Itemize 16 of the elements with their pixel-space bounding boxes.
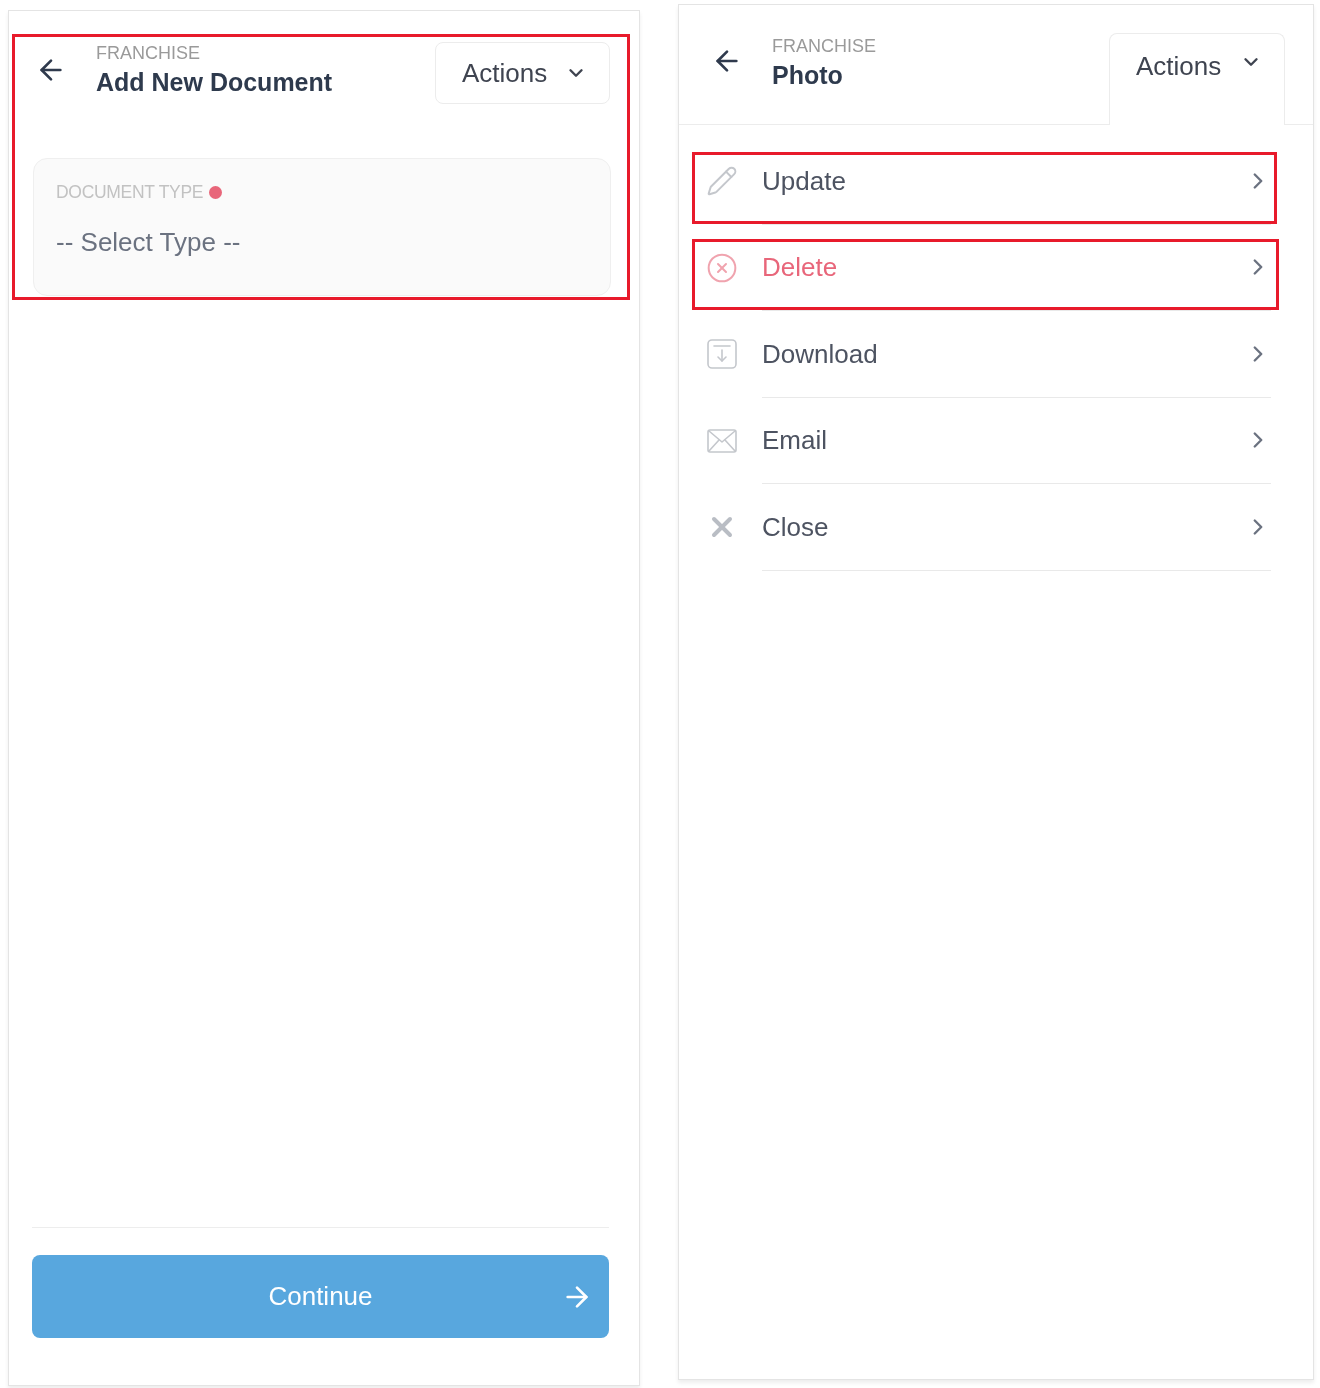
- select-placeholder: -- Select Type --: [56, 227, 242, 257]
- menu-item[interactable]: Update: [679, 138, 1313, 225]
- actions-button[interactable]: Actions: [1109, 33, 1285, 125]
- download-icon: [707, 339, 737, 370]
- menu-item[interactable]: Email: [679, 397, 1313, 484]
- page-title: Add New Document: [96, 67, 334, 98]
- pencil-icon: [706, 165, 738, 198]
- field-label: DOCUMENT TYPE: [56, 181, 204, 203]
- document-type-select[interactable]: DOCUMENT TYPE -- Select Type --: [33, 158, 611, 296]
- actions-button[interactable]: Actions: [435, 42, 610, 104]
- section-eyebrow: FRANCHISE: [96, 42, 201, 64]
- mail-icon: [707, 428, 737, 453]
- menu-item[interactable]: Close: [679, 484, 1313, 571]
- page-title: Photo: [772, 60, 844, 91]
- menu-item[interactable]: Download: [679, 311, 1313, 398]
- section-eyebrow: FRANCHISE: [772, 35, 877, 57]
